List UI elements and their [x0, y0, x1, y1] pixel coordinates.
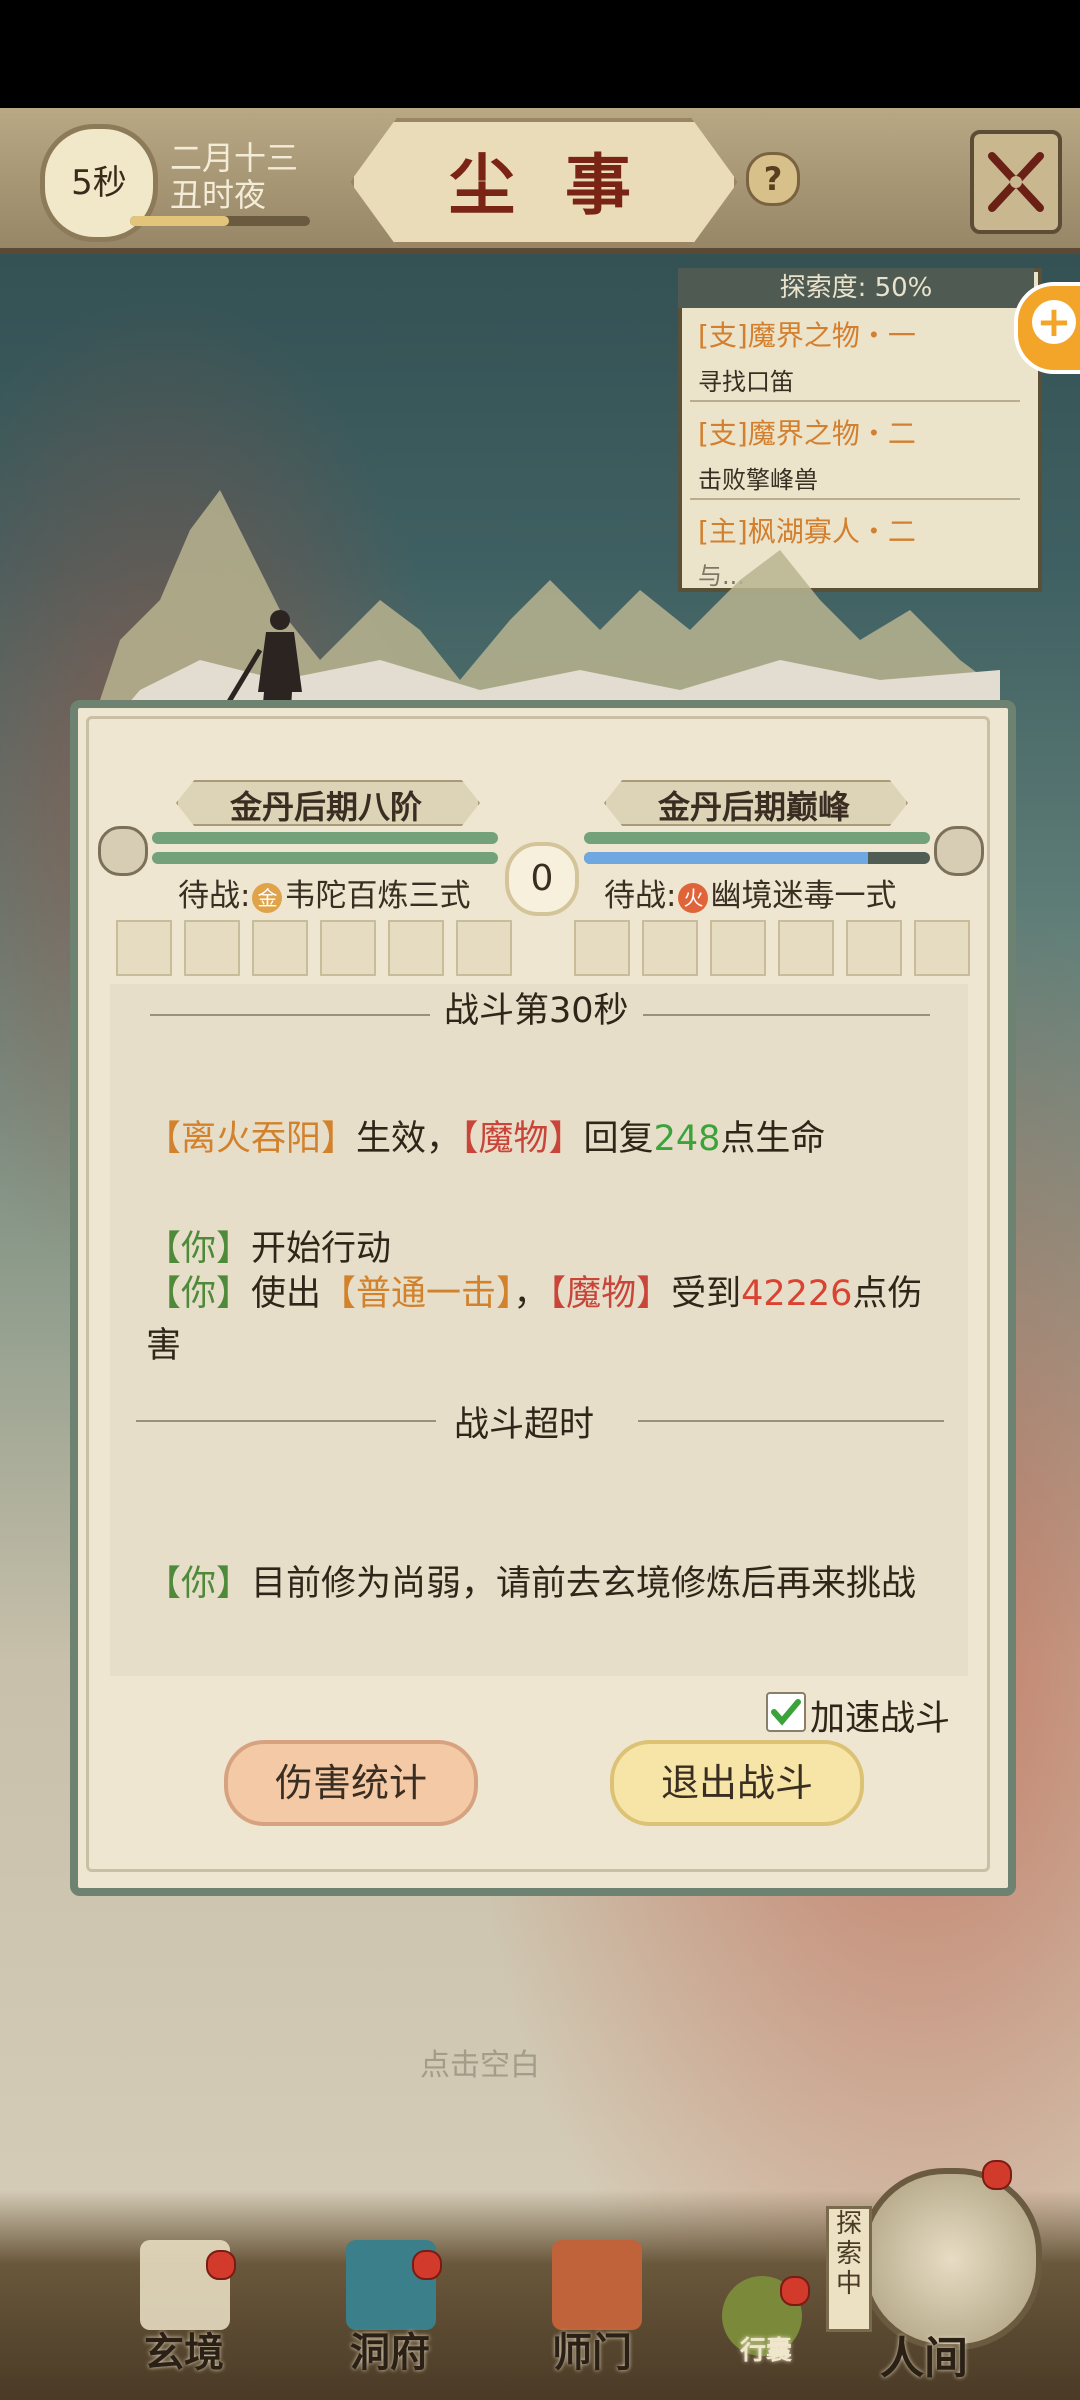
quest-separator [690, 400, 1020, 402]
log-entry: 【你】开始行动 [146, 1229, 392, 1269]
enemy-rank: 金丹后期巅峰 [657, 788, 850, 826]
tap-hint: 点击空白 [420, 2048, 540, 2083]
nav-item-xuanjing[interactable]: 玄境 [144, 2320, 224, 2378]
fire-element-icon: 火 [678, 882, 709, 913]
notification-dot [412, 2250, 442, 2280]
battle-timeout-label: 战斗超时 [454, 1405, 595, 1445]
damage-stats-button[interactable]: 伤害统计 [224, 1740, 478, 1826]
accelerate-label[interactable]: 加速战斗 [810, 1690, 950, 1741]
player-skill-slot[interactable] [116, 920, 172, 976]
enemy-skill-slot [642, 920, 698, 976]
player-hp-bar [152, 832, 498, 844]
enemy-skill-slot [574, 920, 630, 976]
enemy-mp-bar [584, 852, 930, 864]
score-counter: 0 [505, 842, 579, 916]
battle-log[interactable]: 战斗第30秒 【离火吞阳】生效，【魔物】回复248点生命 【你】开始行动 【你】… [110, 984, 968, 1676]
accelerate-checkbox[interactable] [766, 1692, 806, 1732]
quest-item-title[interactable]: [支]魔界之物・一 [698, 314, 916, 354]
player-skill-slot[interactable] [320, 920, 376, 976]
nav-item-dongfu[interactable]: 洞府 [350, 2320, 430, 2378]
help-button[interactable]: ? [746, 152, 800, 206]
player-skill-slot[interactable] [184, 920, 240, 976]
plus-icon: + [1032, 300, 1076, 344]
notification-dot [780, 2276, 810, 2306]
banner-icon [552, 2240, 642, 2330]
enemy-skill-slot [846, 920, 902, 976]
add-button[interactable]: + [1014, 282, 1080, 374]
close-button[interactable] [970, 130, 1062, 234]
metal-element-icon: 金 [252, 882, 283, 913]
player-scroll-icon[interactable] [98, 826, 148, 876]
log-entry: 【离火吞阳】生效，【魔物】回复248点生命 [146, 1119, 826, 1159]
player-pending-skill: 待战: 金韦陀百炼三式 [178, 878, 471, 914]
player-rank: 金丹后期八阶 [229, 788, 422, 826]
exit-battle-button[interactable]: 退出战斗 [610, 1740, 864, 1826]
quest-item-desc: 寻找口笛 [698, 368, 794, 396]
nav-item-xingnang[interactable]: 行囊 [740, 2330, 792, 2367]
player-skill-slot[interactable] [456, 920, 512, 976]
time-progress-bar [130, 216, 310, 226]
log-entry: 【你】使出【普通一击】，【魔物】受到42226点伤害 [146, 1274, 923, 1366]
enemy-skill-slot [914, 920, 970, 976]
log-entry: 【你】目前修为尚弱，请前去玄境修炼后再来挑战 [146, 1564, 917, 1604]
enemy-skill-slot [778, 920, 834, 976]
log-section-title: 战斗第30秒 [430, 984, 643, 1033]
exploring-tag: 探索中 [826, 2206, 872, 2332]
exploration-progress-label: 探索度: 50% [678, 268, 1034, 308]
enemy-skill-slot [710, 920, 766, 976]
log-divider [638, 1420, 944, 1422]
page-title: 尘事 [449, 146, 681, 224]
enemy-scroll-icon[interactable] [934, 826, 984, 876]
checkmark-icon [771, 1699, 801, 1726]
enemy-pending-skill: 待战: 火幽境迷毒一式 [604, 878, 897, 914]
nav-item-renjian[interactable]: 人间 [880, 2322, 968, 2386]
player-skill-slot[interactable] [252, 920, 308, 976]
log-divider [136, 1420, 436, 1422]
notification-dot [982, 2160, 1012, 2190]
time-of-day-label: 丑时夜 [170, 176, 267, 214]
enemy-hp-bar [584, 832, 930, 844]
notification-dot [206, 2250, 236, 2280]
crossed-swords-icon [988, 152, 1044, 212]
player-skill-slot[interactable] [388, 920, 444, 976]
nav-item-shimen[interactable]: 师门 [552, 2320, 632, 2378]
player-mp-bar [152, 852, 498, 864]
